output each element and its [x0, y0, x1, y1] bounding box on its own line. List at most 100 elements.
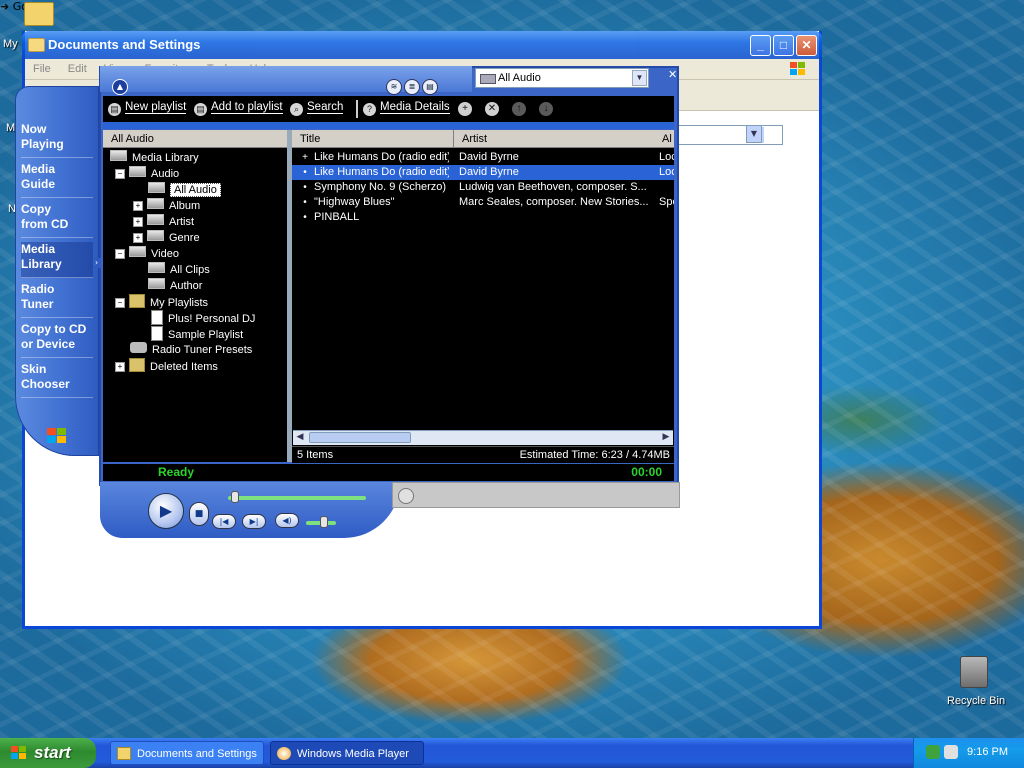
expand-icon[interactable]: +	[133, 201, 143, 211]
nav-copy-to-cd[interactable]: Copy to CD or Device	[21, 322, 93, 358]
track-row[interactable]: • "Highway Blues" Marc Seales, composer.…	[292, 195, 674, 210]
track-bullet: +	[302, 152, 308, 163]
all-clips-icon	[148, 262, 165, 273]
add-to-playlist-button[interactable]: ▤ Add to playlist	[194, 101, 283, 116]
tree-label: Deleted Items	[150, 361, 218, 373]
new-playlist-button[interactable]: ▤ New playlist	[108, 101, 187, 116]
tree-item-audio[interactable]: − Audio	[115, 166, 179, 182]
menu-file[interactable]: File	[25, 59, 57, 75]
mute-button[interactable]: ◀)	[275, 513, 299, 528]
tree-label: All Clips	[170, 264, 210, 276]
taskbar-toggle-icon[interactable]: ›	[95, 258, 101, 268]
my-computer-icon[interactable]: M	[6, 122, 15, 134]
estimated-time: Estimated Time: 6:23 / 4.74MB	[519, 449, 670, 461]
tree-item-all-audio[interactable]: All Audio	[148, 182, 221, 198]
tree-label: Video	[151, 248, 179, 260]
nav-media-guide[interactable]: Media Guide	[21, 162, 93, 198]
track-row[interactable]: • Symphony No. 9 (Scherzo) Ludwig van Be…	[292, 180, 674, 195]
wmp-menu-button[interactable]: ▲	[112, 79, 128, 95]
address-field[interactable]	[665, 125, 783, 145]
tree-header: All Audio	[103, 130, 287, 148]
tree-item-artist[interactable]: + Artist	[133, 214, 194, 230]
close-button[interactable]: ✕	[796, 35, 817, 56]
tree-item-video[interactable]: − Video	[115, 246, 179, 262]
seek-slider-thumb[interactable]	[230, 491, 239, 503]
list-status-bar: 5 Items Estimated Time: 6:23 / 4.74MB	[292, 446, 674, 463]
tree-item-genre[interactable]: + Genre	[133, 230, 200, 246]
tree-item-all-clips[interactable]: All Clips	[148, 262, 210, 278]
tree-item-deleted-items[interactable]: + Deleted Items	[115, 358, 218, 374]
safely-remove-hardware-icon[interactable]	[944, 745, 958, 759]
address-dropdown-arrow-icon[interactable]: ▼	[746, 125, 762, 143]
column-header-title[interactable]: Title	[292, 130, 454, 148]
column-header-artist[interactable]: Artist	[454, 130, 664, 148]
collapse-icon[interactable]: −	[115, 169, 125, 179]
track-row[interactable]: + Like Humans Do (radio edit) David Byrn…	[292, 150, 674, 165]
stop-button[interactable]: ■	[189, 502, 209, 526]
folder-icon	[28, 38, 45, 52]
search-label: Search	[307, 101, 344, 114]
play-button[interactable]: ▶	[148, 493, 184, 529]
track-artist: David Byrne	[459, 151, 519, 163]
expand-icon[interactable]: +	[133, 233, 143, 243]
move-up-icon[interactable]: ↑	[512, 102, 526, 116]
tree-item-author[interactable]: Author	[148, 278, 202, 294]
taskbar-button-explorer[interactable]: Documents and Settings	[110, 741, 264, 765]
nav-radio-tuner[interactable]: Radio Tuner	[21, 282, 93, 318]
tree-item-media-library[interactable]: Media Library	[110, 150, 199, 166]
minimize-button[interactable]: _	[750, 35, 771, 56]
taskbar-button-wmp[interactable]: Windows Media Player	[270, 741, 424, 765]
view-dropdown[interactable]: All Audio ▼	[475, 68, 649, 88]
volume-slider-thumb[interactable]	[320, 516, 328, 528]
delete-icon[interactable]: ✕	[485, 102, 499, 116]
nav-copy-from-cd[interactable]: Copy from CD	[21, 202, 93, 238]
add-icon[interactable]: +	[458, 102, 472, 116]
tree-label: Author	[170, 280, 203, 292]
clock[interactable]: 9:16 PM	[967, 746, 1008, 758]
column-header-album[interactable]: Al	[654, 130, 674, 148]
network-tray-icon[interactable]	[926, 745, 940, 759]
collapse-icon[interactable]: −	[115, 298, 125, 308]
nav-skin-chooser[interactable]: Skin Chooser	[21, 362, 93, 398]
previous-button[interactable]: |◀	[212, 514, 236, 529]
compact-mode-icon[interactable]	[398, 488, 414, 504]
desktop: My M N Recycle Bin Documents and Setting…	[0, 0, 1024, 738]
wmp-close-icon[interactable]: ✕	[668, 68, 677, 81]
tree-item-sample-playlist[interactable]: Sample Playlist	[151, 326, 243, 342]
all-audio-icon	[148, 182, 165, 193]
move-down-icon[interactable]: ↓	[539, 102, 553, 116]
next-button[interactable]: ▶|	[242, 514, 266, 529]
track-row[interactable]: • PINBALL	[292, 210, 674, 225]
explorer-titlebar[interactable]: Documents and Settings _ □ ✕	[22, 31, 822, 59]
playlist-view-icon[interactable]: ▤	[422, 79, 438, 95]
tree-label: Radio Tuner Presets	[152, 344, 253, 356]
track-album: Spe	[659, 196, 674, 208]
nav-now-playing[interactable]: Now Playing	[21, 122, 93, 158]
menu-edit[interactable]: Edit	[60, 59, 93, 75]
media-details-button[interactable]: ? Media Details	[363, 101, 450, 116]
expand-icon[interactable]: +	[115, 362, 125, 372]
shuffle-icon[interactable]: ≋	[386, 79, 402, 95]
equalizer-icon[interactable]: ≣	[404, 79, 420, 95]
scroll-right-icon[interactable]: ▶	[659, 431, 673, 444]
tree-item-plus-personal-dj[interactable]: Plus! Personal DJ	[151, 310, 255, 326]
tree-label: Audio	[151, 168, 180, 180]
scrollbar-thumb[interactable]	[309, 432, 411, 443]
start-button[interactable]: start	[0, 738, 96, 768]
tree-item-my-playlists[interactable]: − My Playlists	[115, 294, 208, 310]
seek-bar[interactable]	[228, 496, 366, 500]
tree-label: All Audio	[170, 183, 221, 197]
nav-media-library[interactable]: Media Library	[21, 242, 93, 278]
horizontal-scrollbar[interactable]: ◀ ▶	[293, 430, 673, 445]
transport-panel	[100, 482, 400, 538]
tree-item-album[interactable]: + Album	[133, 198, 200, 214]
track-row[interactable]: • Like Humans Do (radio edit) David Byrn…	[292, 165, 674, 180]
search-button[interactable]: ⌕ Search	[290, 101, 344, 116]
scroll-left-icon[interactable]: ◀	[293, 431, 307, 444]
tree-item-radio-tuner-presets[interactable]: Radio Tuner Presets	[130, 342, 252, 358]
nav-label: Copy	[21, 202, 51, 216]
maximize-button[interactable]: □	[773, 35, 794, 56]
collapse-icon[interactable]: −	[115, 249, 125, 259]
expand-icon[interactable]: +	[133, 217, 143, 227]
wmp-view-buttons: ≋ ≣ ▤	[386, 79, 438, 95]
